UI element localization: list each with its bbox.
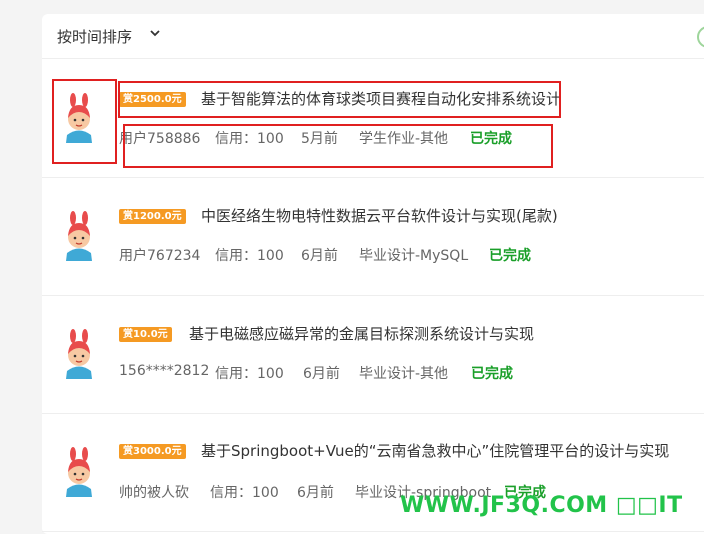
sort-dropdown-label[interactable]: 按时间排序 bbox=[57, 26, 132, 47]
chevron-down-icon[interactable] bbox=[149, 27, 161, 39]
filter-toggle[interactable] bbox=[697, 26, 704, 48]
credit-score: 信用：100 bbox=[215, 248, 284, 264]
avatar-icon bbox=[66, 211, 92, 261]
status-badge: 已完成 bbox=[489, 248, 531, 264]
project-title[interactable]: 中医经络生物电特性数据云平台软件设计与实现(尾款) bbox=[201, 205, 558, 226]
avatar-icon bbox=[66, 447, 92, 497]
watermark: WWW.JF3Q.COM □□IT bbox=[400, 493, 683, 518]
credit-score: 信用：100 bbox=[210, 485, 279, 501]
credit-score: 信用：100 bbox=[215, 366, 284, 382]
user-name[interactable]: 用户767234 bbox=[119, 245, 200, 265]
highlight-box-title bbox=[118, 81, 561, 118]
post-time: 6月前 bbox=[297, 485, 334, 501]
status-badge: 已完成 bbox=[471, 366, 513, 382]
avatar-icon bbox=[66, 329, 92, 379]
highlight-box-meta bbox=[123, 124, 553, 168]
sort-bar: 按时间排序 bbox=[42, 14, 704, 59]
post-time: 6月前 bbox=[303, 366, 340, 382]
category: 毕业设计-其他 bbox=[359, 366, 449, 382]
category: 毕业设计-MySQL bbox=[359, 248, 469, 264]
highlight-box-avatar bbox=[52, 79, 117, 164]
project-title[interactable]: 基于Springboot+Vue的“云南省急救中心”住院管理平台的设计与实现 bbox=[201, 440, 669, 461]
project-row[interactable]: 赏10.0元 基于电磁感应磁异常的金属目标探测系统设计与实现 156****28… bbox=[42, 295, 704, 414]
post-time: 6月前 bbox=[301, 248, 338, 264]
bounty-badge: 赏10.0元 bbox=[119, 327, 172, 342]
user-name[interactable]: 156****2812 bbox=[119, 363, 209, 379]
project-row[interactable]: 赏1200.0元 中医经络生物电特性数据云平台软件设计与实现(尾款) 用户767… bbox=[42, 177, 704, 296]
project-title[interactable]: 基于电磁感应磁异常的金属目标探测系统设计与实现 bbox=[189, 323, 534, 344]
bounty-badge: 赏1200.0元 bbox=[119, 209, 186, 224]
user-name[interactable]: 帅的被人砍 bbox=[119, 482, 189, 502]
bounty-badge: 赏3000.0元 bbox=[119, 444, 186, 459]
